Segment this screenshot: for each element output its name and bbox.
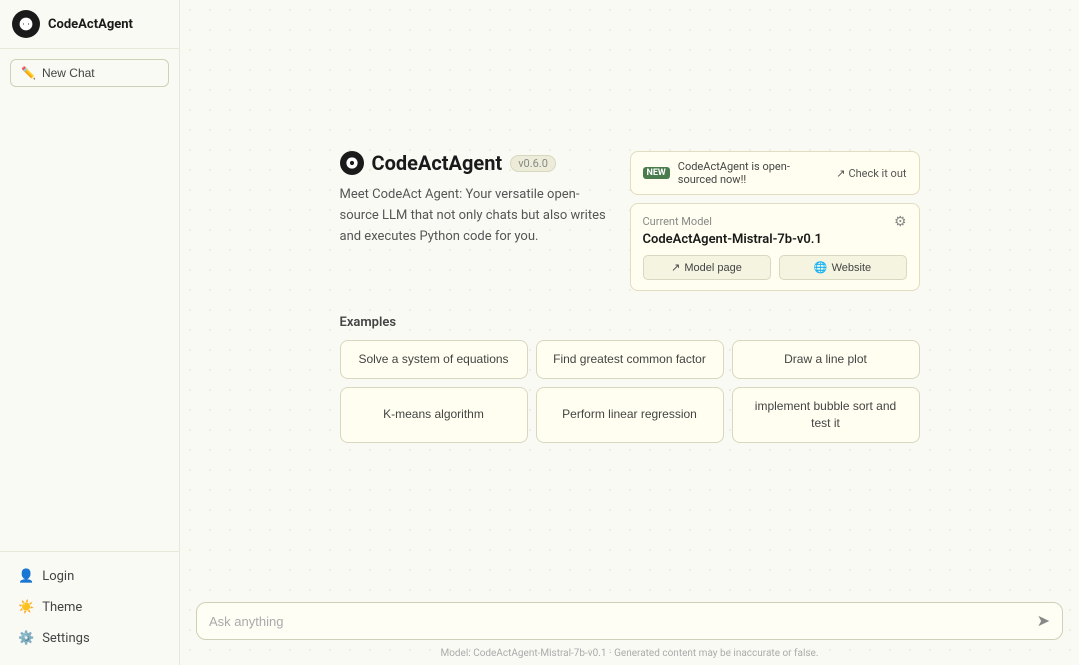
settings-icon: ⚙️	[18, 631, 34, 646]
model-page-button[interactable]: ↗ Model page	[643, 255, 771, 280]
model-page-icon: ↗	[671, 261, 680, 274]
new-chat-plus-icon: ✏️	[21, 66, 36, 80]
example-btn-3[interactable]: K-means algorithm	[340, 387, 528, 443]
main-content: CodeActAgent v0.6.0 Meet CodeAct Agent: …	[180, 0, 1079, 594]
send-button[interactable]: ➤	[1037, 611, 1050, 631]
examples-grid: Solve a system of equations Find greates…	[340, 340, 920, 442]
sidebar-item-settings[interactable]: ⚙️ Settings	[10, 624, 169, 653]
app-title: CodeActAgent	[372, 151, 503, 175]
sidebar: CodeActAgent ✏️ New Chat 👤 Login ☀️ Them…	[0, 0, 180, 665]
settings-label: Settings	[42, 631, 89, 646]
center-area: CodeActAgent v0.6.0 Meet CodeAct Agent: …	[340, 151, 920, 291]
chat-input[interactable]	[209, 614, 1029, 629]
examples-title: Examples	[340, 315, 920, 330]
app-title-row: CodeActAgent v0.6.0	[340, 151, 610, 175]
example-btn-1[interactable]: Find greatest common factor	[536, 340, 724, 379]
sidebar-logo-icon	[12, 10, 40, 38]
input-wrapper: ➤	[196, 602, 1063, 640]
example-btn-2[interactable]: Draw a line plot	[732, 340, 920, 379]
send-icon: ➤	[1037, 611, 1050, 631]
main-panel: CodeActAgent v0.6.0 Meet CodeAct Agent: …	[180, 0, 1079, 665]
brand-name: CodeActAgent	[48, 17, 133, 32]
model-settings-button[interactable]: ⚙	[894, 214, 907, 228]
website-label: Website	[832, 262, 872, 274]
app-description: Meet CodeAct Agent: Your versatile open-…	[340, 185, 610, 247]
right-panel: NEW CodeActAgent is open-sourced now!! ↗…	[630, 151, 920, 291]
version-badge: v0.6.0	[510, 155, 556, 172]
new-chat-label: New Chat	[42, 66, 95, 80]
new-badge: NEW	[643, 167, 670, 179]
user-icon: 👤	[18, 569, 34, 584]
announcement-text: CodeActAgent is open-sourced now!!	[678, 160, 828, 186]
sidebar-header: CodeActAgent	[0, 0, 179, 49]
model-footer: Model: CodeActAgent-Mistral-7b-v0.1 · Ge…	[180, 644, 1079, 665]
sidebar-bottom: 👤 Login ☀️ Theme ⚙️ Settings	[0, 551, 179, 665]
login-label: Login	[42, 569, 74, 584]
sidebar-item-theme[interactable]: ☀️ Theme	[10, 593, 169, 622]
theme-label: Theme	[42, 600, 82, 615]
website-button[interactable]: 🌐 Website	[779, 255, 907, 280]
model-name: CodeActAgent-Mistral-7b-v0.1	[643, 232, 907, 247]
model-page-label: Model page	[684, 262, 742, 274]
left-panel: CodeActAgent v0.6.0 Meet CodeAct Agent: …	[340, 151, 610, 291]
example-btn-0[interactable]: Solve a system of equations	[340, 340, 528, 379]
check-it-out-link[interactable]: ↗ Check it out	[836, 167, 906, 180]
sidebar-item-login[interactable]: 👤 Login	[10, 562, 169, 591]
announcement-banner: NEW CodeActAgent is open-sourced now!! ↗…	[630, 151, 920, 195]
input-area: ➤	[180, 594, 1079, 644]
new-chat-button[interactable]: ✏️ New Chat	[10, 59, 169, 87]
model-card-links: ↗ Model page 🌐 Website	[643, 255, 907, 280]
example-btn-4[interactable]: Perform linear regression	[536, 387, 724, 443]
model-card: Current Model ⚙ CodeActAgent-Mistral-7b-…	[630, 203, 920, 291]
model-label: Current Model	[643, 215, 712, 228]
sun-icon: ☀️	[18, 600, 34, 615]
check-it-out-arrow: ↗	[836, 167, 845, 180]
examples-section: Examples Solve a system of equations Fin…	[340, 315, 920, 442]
model-card-header: Current Model ⚙	[643, 214, 907, 228]
website-icon: 🌐	[814, 261, 828, 274]
app-logo-icon	[340, 151, 364, 175]
example-btn-5[interactable]: implement bubble sort and test it	[732, 387, 920, 443]
check-it-out-label: Check it out	[848, 167, 906, 180]
